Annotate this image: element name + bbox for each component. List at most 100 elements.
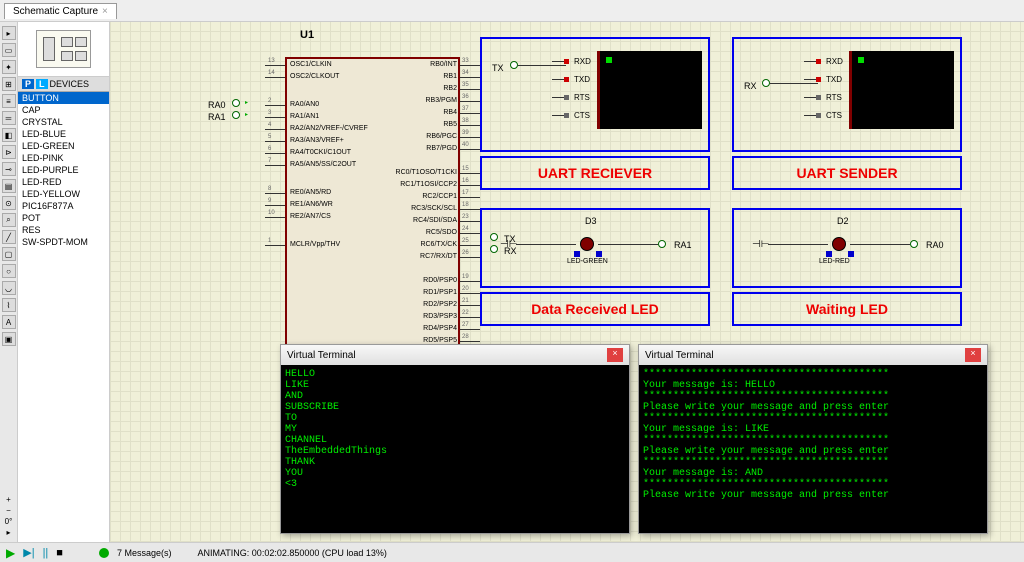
uart-tx-rx-label: RX [744,81,757,91]
step-button[interactable]: ▶| [23,546,34,559]
zoom-controls: + − 0° ▸ [0,492,18,540]
led-wait-net: RA0 [926,240,944,250]
zoom-in[interactable]: + [0,494,17,505]
tool-component[interactable]: ▭ [2,43,16,57]
led-green-symbol [580,237,594,251]
tool-sub[interactable]: ◧ [2,128,16,142]
status-bar: ▶ ▶| || ■ 7 Message(s) ANIMATING: 00:02:… [0,542,1024,562]
uart-tx-label: UART SENDER [734,165,960,181]
tool-graph[interactable]: ▤ [2,179,16,193]
gnd-icon: ⊣⊢ [752,239,769,250]
overview-panel[interactable] [18,22,109,77]
tool-char[interactable]: A [2,315,16,329]
component-pic[interactable]: U1 PIC16F877A 13OSC1/CLKIN14OSC2/CLKOUT2… [200,37,490,377]
tool-text[interactable]: ≡ [2,94,16,108]
terminal1-close-icon[interactable]: × [607,348,623,362]
net-ra1: RA1 [208,112,226,122]
stop-button[interactable]: ■ [56,547,63,559]
tool-junction[interactable]: ✦ [2,60,16,74]
block-led-waiting-label: Waiting LED [732,292,962,326]
tool-arc[interactable]: ◡ [2,281,16,295]
parts-button[interactable]: P [22,79,34,89]
led-rx-net: RA1 [674,240,692,250]
device-item[interactable]: SW-SPDT-MOM [18,236,109,248]
tool-circle[interactable]: ○ [2,264,16,278]
block-led-received-label: Data Received LED [480,292,710,326]
arrow[interactable]: ▸ [0,527,17,538]
net-ra0: RA0 [208,100,226,110]
tool-pin[interactable]: ⊸ [2,162,16,176]
terminal2-title: Virtual Terminal [645,350,714,361]
virtual-terminal-2[interactable]: Virtual Terminal × *********************… [638,344,988,534]
device-item[interactable]: LED-BLUE [18,128,109,140]
zoom-out[interactable]: − [0,505,17,516]
schematic-canvas[interactable]: U1 PIC16F877A 13OSC1/CLKIN14OSC2/CLKOUT2… [110,22,1024,542]
led-rx-label: Data Received LED [482,301,708,317]
uart-rx-tx-label: TX [492,63,504,73]
close-icon[interactable]: × [102,6,108,17]
play-button[interactable]: ▶ [6,546,15,560]
device-item[interactable]: LED-YELLOW [18,188,109,200]
pic-ref: U1 [300,29,314,41]
tool-probe[interactable]: ⌕ [2,213,16,227]
tool-path[interactable]: ⌇ [2,298,16,312]
tab-title: Schematic Capture [13,6,98,17]
led-rx-part: LED-GREEN [567,258,608,265]
led-wait-label: Waiting LED [734,301,960,317]
device-list[interactable]: BUTTONCAPCRYSTALLED-BLUELED-GREENLED-PIN… [18,92,109,542]
node-led-rx [658,240,666,248]
message-count[interactable]: 7 Message(s) [117,548,172,558]
node-ra0 [232,99,240,107]
pause-button[interactable]: || [43,547,49,559]
tab-schematic[interactable]: Schematic Capture × [4,3,117,19]
device-item[interactable]: LED-RED [18,176,109,188]
tool-label[interactable]: ⊞ [2,77,16,91]
uart-rx-terminal[interactable] [597,51,702,129]
block-uart-receiver-label: UART RECIEVER [480,156,710,190]
tool-select[interactable]: ▸ [2,26,16,40]
device-item[interactable]: LED-GREEN [18,140,109,152]
block-uart-sender[interactable]: RX RXDTXDRTSCTS [732,37,962,152]
led-wait-ref: D2 [837,216,849,226]
tool-bus[interactable]: ═ [2,111,16,125]
terminal2-body[interactable]: ****************************************… [639,365,987,533]
devices-label: DEVICES [50,79,90,89]
device-item[interactable]: LED-PINK [18,152,109,164]
node-ra1 [232,111,240,119]
led-wait-part: LED-RED [819,258,850,265]
virtual-terminal-1[interactable]: Virtual Terminal × HELLO LIKE AND SUBSCR… [280,344,630,534]
devices-header: P L DEVICES [18,77,109,92]
device-item[interactable]: BUTTON [18,92,109,104]
terminal1-body[interactable]: HELLO LIKE AND SUBSCRIBE TO MY CHANNEL T… [281,365,629,533]
terminal1-title: Virtual Terminal [287,350,356,361]
device-item[interactable]: RES [18,224,109,236]
toolbar-left: ▸ ▭ ✦ ⊞ ≡ ═ ◧ ⊳ ⊸ ▤ ⊙ ⌕ ╱ ▢ ○ ◡ ⌇ A ▣ [0,22,18,542]
rotation[interactable]: 0° [0,516,17,527]
block-led-received[interactable]: D3 ⊣⊢ RA1 LED-GREEN [480,208,710,288]
device-item[interactable]: POT [18,212,109,224]
device-item[interactable]: CAP [18,104,109,116]
tool-line[interactable]: ╱ [2,230,16,244]
libs-button[interactable]: L [36,79,48,89]
node-uart-rx-tx [510,61,518,69]
device-item[interactable]: LED-PURPLE [18,164,109,176]
uart-tx-terminal[interactable] [849,51,954,129]
node-led-wait [910,240,918,248]
terminal2-close-icon[interactable]: × [965,348,981,362]
tool-rect[interactable]: ▢ [2,247,16,261]
node-uart-tx-rx [762,79,770,87]
message-icon[interactable] [99,548,109,558]
gnd-icon: ⊣⊢ [500,239,517,250]
tool-terminal[interactable]: ⊳ [2,145,16,159]
tool-sym[interactable]: ▣ [2,332,16,346]
animation-status: ANIMATING: 00:02:02.850000 (CPU load 13%… [197,548,386,558]
led-rx-ref: D3 [585,216,597,226]
block-uart-sender-label: UART SENDER [732,156,962,190]
device-item[interactable]: CRYSTAL [18,116,109,128]
block-uart-receiver[interactable]: TX RXDTXDRTSCTS [480,37,710,152]
led-red-symbol [832,237,846,251]
uart-rx-label: UART RECIEVER [482,165,708,181]
block-led-waiting[interactable]: D2 ⊣⊢ RA0 LED-RED [732,208,962,288]
tool-gen[interactable]: ⊙ [2,196,16,210]
device-item[interactable]: PIC16F877A [18,200,109,212]
